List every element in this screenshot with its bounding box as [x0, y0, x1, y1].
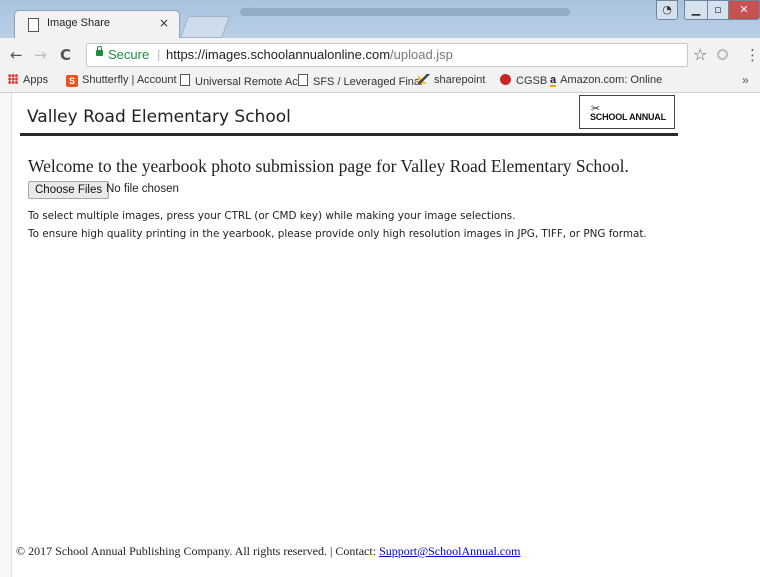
extension-icon[interactable]	[717, 49, 728, 60]
instruction-quality: To ensure high quality printing in the y…	[28, 228, 647, 240]
new-tab-button[interactable]	[179, 16, 231, 38]
back-arrow-icon[interactable]: ←	[10, 46, 23, 64]
support-email-link[interactable]: Support@SchoolAnnual.com	[379, 544, 520, 558]
bookmark-label: Shutterfly | Account i	[82, 74, 183, 86]
page-icon	[28, 18, 39, 32]
bookmark-label: Apps	[23, 74, 49, 86]
cgsb-icon	[500, 74, 511, 85]
header-divider	[20, 133, 678, 136]
url-path: /upload.jsp	[390, 47, 453, 62]
lock-icon	[96, 46, 103, 56]
bookmark-label: Universal Remote Acc	[195, 76, 304, 88]
bookmark-sfs[interactable]: SFS / Leveraged Finar	[298, 74, 424, 88]
sharepoint-icon	[418, 74, 430, 84]
browser-toolbar: ← → C Secure | https://images.schoolannu…	[0, 38, 760, 70]
tab-title: Image Share	[47, 17, 110, 29]
reload-icon[interactable]: C	[60, 46, 71, 64]
forward-arrow-icon[interactable]: →	[34, 46, 47, 64]
profile-button[interactable]: ◔	[656, 0, 678, 20]
secure-label: Secure	[108, 47, 150, 62]
page-title: Valley Road Elementary School	[27, 107, 291, 127]
document-icon	[298, 74, 308, 86]
bookmark-shutterfly[interactable]: S Shutterfly | Account i	[66, 74, 182, 87]
tab-close-icon[interactable]: ×	[159, 16, 169, 30]
bookmark-universal-remote[interactable]: Universal Remote Acc	[180, 74, 303, 88]
user-icon: ◔	[662, 3, 672, 16]
bookmarks-bar: Apps S Shutterfly | Account i Universal R…	[0, 70, 760, 93]
bookmark-star-icon[interactable]: ☆	[693, 45, 707, 64]
choose-files-button[interactable]: Choose Files	[28, 181, 110, 199]
footer-text: © 2017 School Annual Publishing Company.…	[16, 544, 380, 558]
window-close-button[interactable]: ✕	[728, 0, 760, 20]
close-icon: ✕	[739, 3, 749, 16]
url-text[interactable]: https://images.schoolannualonline.com/up…	[166, 44, 453, 66]
page-footer: © 2017 School Annual Publishing Company.…	[16, 544, 520, 559]
file-status: No file chosen	[106, 183, 179, 195]
window-title-bar: Image Share × ◔ ▁ ▫ ✕	[0, 0, 760, 39]
bookmark-amazon[interactable]: a Amazon.com: Online	[550, 74, 662, 87]
logo-wordmark: SCHOOL ANNUAL	[590, 112, 666, 122]
browser-menu-icon[interactable]: ⋮	[745, 46, 760, 64]
bookmark-sharepoint[interactable]: sharepoint	[418, 74, 485, 86]
minimize-icon: ▁	[691, 3, 701, 16]
blurred-window-text	[240, 8, 570, 16]
instruction-multiselect: To select multiple images, press your CT…	[28, 210, 516, 222]
bookmark-label: SFS / Leveraged Finar	[313, 76, 424, 88]
address-separator: |	[157, 47, 161, 62]
bookmark-cgsb[interactable]: CGSB	[500, 74, 547, 87]
bookmark-apps[interactable]: Apps	[8, 74, 48, 86]
left-window-edge	[0, 93, 12, 577]
document-icon	[180, 74, 190, 86]
maximize-icon: ▫	[714, 3, 722, 16]
shutterfly-icon: S	[66, 75, 78, 87]
more-bookmarks-icon[interactable]: »	[742, 73, 749, 87]
maximize-button[interactable]: ▫	[707, 0, 729, 20]
bookmark-label: Amazon.com: Online	[560, 74, 663, 86]
amazon-icon: a	[550, 74, 557, 87]
browser-tab[interactable]: Image Share ×	[14, 10, 180, 39]
apps-grid-icon	[8, 74, 18, 84]
bookmark-label: sharepoint	[434, 74, 486, 86]
minimize-button[interactable]: ▁	[684, 0, 708, 20]
address-bar[interactable]: Secure | https://images.schoolannualonli…	[86, 43, 688, 67]
welcome-heading: Welcome to the yearbook photo submission…	[28, 156, 629, 176]
url-base: https://images.schoolannualonline.com	[166, 47, 391, 62]
school-annual-logo: ✂ SCHOOL ANNUAL	[579, 95, 675, 129]
bookmark-label: CGSB	[516, 75, 548, 87]
page-header: Valley Road Elementary School ✂ SCHOOL A…	[12, 93, 678, 135]
page-content: Valley Road Elementary School ✂ SCHOOL A…	[12, 93, 760, 577]
